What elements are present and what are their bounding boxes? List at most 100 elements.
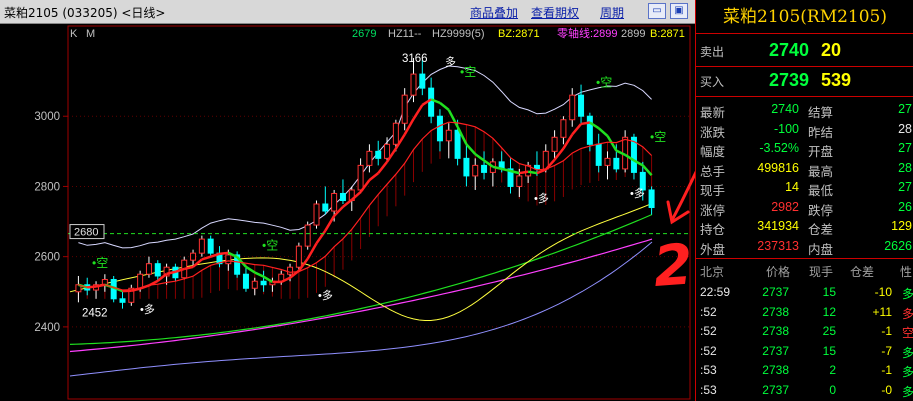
stat-value: 237313 (757, 238, 799, 253)
tick-oi: +11 (872, 304, 892, 319)
signal-long-label: •多 (140, 302, 155, 316)
stat-value: 14 (785, 180, 799, 194)
tick-t: 多 (901, 365, 913, 379)
candle (295, 245, 302, 268)
stat-label: 涨跌 (700, 125, 726, 140)
stat-row: 幅度 -3.52% 开盘 27 (696, 139, 913, 159)
indicator-value: 2679 (352, 28, 376, 40)
stat-row: 最新 2740 结算 27 (696, 100, 913, 120)
buy-row[interactable]: 买入 2739 539 (696, 68, 913, 94)
ma5-trend-line (412, 104, 424, 120)
tick-row: :53 2737 0 -0 多 (696, 381, 913, 400)
kline-chart-panel[interactable]: 菜粕2105 (033205) <日线> 商品叠加 查看期权 周期 ▭ ▣ 30… (0, 0, 695, 401)
ma5-trend-line (245, 265, 256, 274)
signal-long-label: •多 (318, 288, 333, 302)
signal-short-label: •空 (650, 130, 666, 144)
tick-time: :52 (700, 304, 717, 319)
stat-value: 27 (898, 141, 912, 155)
y-tick-label: 2600 (34, 252, 60, 264)
buy-volume: 539 (821, 70, 852, 90)
indicator-label-m: M (86, 28, 95, 40)
candle (472, 164, 479, 177)
tick-row: :52 2737 15 -7 多 (696, 342, 913, 361)
tick-t: 多 (901, 287, 913, 301)
stat-value: 28 (898, 160, 912, 175)
tick-price: 2737 (762, 343, 789, 358)
period-button[interactable]: 周期 (600, 4, 624, 21)
candle (207, 238, 214, 254)
overlay-commodity-button[interactable]: 商品叠加 (470, 4, 518, 21)
tick-vol: 0 (829, 382, 836, 397)
stat-label: 幅度 (700, 145, 726, 159)
tick-price: 2738 (762, 324, 789, 338)
ma5-trend-line (527, 170, 538, 175)
candle (454, 129, 461, 159)
stat-label: 总手 (700, 164, 726, 179)
candle (613, 157, 620, 170)
ma5-trend-line (377, 161, 389, 174)
tick-price: 2737 (762, 285, 789, 299)
tick-t: 空 (901, 326, 913, 340)
stat-value: 26 (898, 199, 912, 214)
candle (569, 94, 576, 121)
ma5-trend-line (439, 101, 450, 111)
stat-row: 涨跌 -100 昨结 28 (696, 120, 913, 140)
candle (251, 280, 258, 289)
tick-price: 2738 (762, 304, 789, 319)
candle (516, 175, 523, 187)
stat-label: 仓差 (808, 223, 834, 237)
tick-oi: -0 (881, 382, 892, 397)
tick-t: 多 (901, 306, 913, 321)
candle (375, 150, 382, 159)
stat-label: 最新 (700, 106, 726, 120)
tick-vol: 25 (822, 324, 836, 338)
tick-time: :53 (700, 363, 717, 377)
tick-time: :52 (700, 324, 717, 338)
sell-label: 卖出 (700, 45, 725, 59)
chart-title: 菜粕2105 (033205) <日线> (4, 6, 166, 20)
stat-row: 外盘 237313 内盘 2626 (696, 237, 913, 257)
ma5-trend-line (580, 121, 591, 126)
indicator-value: HZ9999(5) (432, 28, 485, 40)
candle (551, 136, 558, 152)
indicator-value: 2899 (621, 28, 645, 40)
stat-label: 外盘 (700, 242, 726, 257)
stat-label: 跌停 (808, 203, 834, 218)
tick-t: 多 (901, 384, 913, 399)
kline-chart[interactable]: 3000 2800 2600 2400 K M 2679 HZ11-- HZ9999(5) BZ:… (0, 24, 695, 401)
ma5-trend-line (368, 172, 380, 182)
tick-vol: 15 (822, 343, 836, 358)
quote-panel: 菜粕2105(RM2105) 卖出 2740 20 买入 2739 539 最新… (695, 0, 913, 401)
indicator-value: 零轴线:2899 (557, 26, 618, 40)
ma5-trend-line (571, 123, 583, 136)
handwritten-note: 2680 (651, 224, 695, 300)
ma10-line (78, 121, 653, 291)
signal-long-label: •多 (534, 191, 549, 205)
ma5-trend-line (315, 229, 327, 245)
stat-label: 最高 (808, 164, 834, 179)
tick-oi: -10 (874, 285, 892, 299)
ma5-trend-line (606, 135, 618, 152)
indicator-label-k: K (70, 28, 78, 40)
stat-value: 27 (898, 180, 912, 194)
stat-value: 27 (898, 102, 912, 116)
sell-row[interactable]: 卖出 2740 20 (696, 38, 913, 64)
stat-row: 总手 499816 最高 28 (696, 159, 913, 179)
stat-label: 开盘 (808, 145, 834, 159)
hand-arrow-head (666, 200, 690, 225)
signal-long-label: •多 (630, 186, 645, 200)
signal-short-label: •空 (596, 75, 612, 89)
candle (304, 224, 311, 247)
stat-value: 2982 (771, 199, 799, 214)
zoom-in-icon[interactable]: ▣ (670, 3, 688, 19)
view-options-button[interactable]: 查看期权 (531, 4, 579, 21)
y-tick-label: 2400 (34, 322, 60, 334)
ma5-trend-line (324, 215, 336, 232)
candle (436, 115, 443, 142)
zoom-out-icon[interactable]: ▭ (648, 3, 666, 19)
stat-value: 2626 (884, 238, 912, 253)
candle (190, 252, 197, 261)
candle (225, 254, 232, 265)
stat-label: 最低 (808, 184, 834, 198)
tick-oi: -1 (881, 324, 892, 338)
